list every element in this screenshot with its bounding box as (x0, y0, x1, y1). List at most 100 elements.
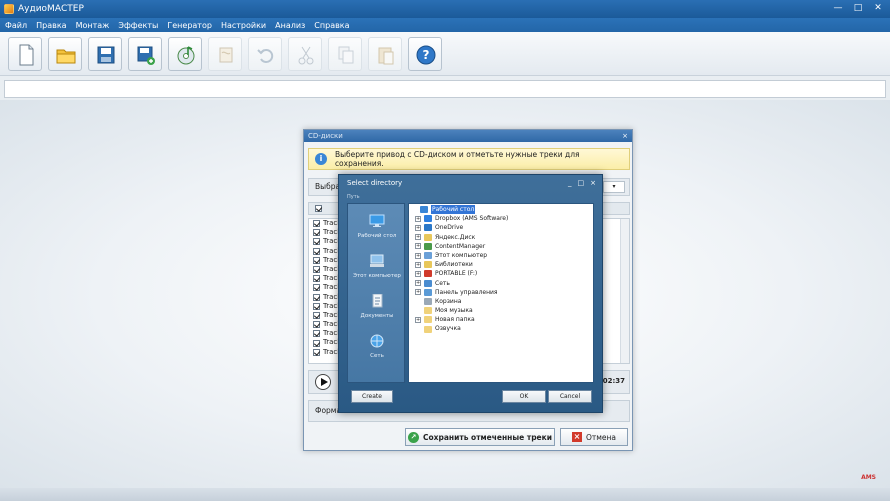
tree-item-label: Сеть (435, 279, 450, 287)
menu-generator[interactable]: Генератор (167, 21, 212, 30)
tree-item[interactable]: + Этот компьютер (409, 251, 593, 260)
tree-item-label: Библиотеки (435, 261, 473, 269)
paste-audio-button[interactable] (208, 36, 242, 71)
tree-item[interactable]: Корзина (409, 297, 593, 306)
track-checkbox[interactable] (313, 330, 320, 338)
tree-item[interactable]: + OneDrive (409, 223, 593, 232)
track-checkbox[interactable] (313, 293, 320, 301)
cancel-x-icon: × (571, 432, 582, 442)
select-all-checkbox[interactable] (315, 205, 322, 212)
folder-icon (424, 252, 432, 260)
folder-icon (424, 233, 432, 241)
tree-item[interactable]: Озвучка (409, 324, 593, 333)
place-desktop[interactable]: Рабочий стол (348, 214, 406, 239)
track-checkbox[interactable] (313, 321, 320, 329)
track-checkbox[interactable] (313, 348, 320, 356)
create-folder-button[interactable]: Create (351, 390, 393, 403)
folder-icon (424, 279, 432, 287)
folder-icon (424, 270, 432, 278)
save-tracks-button[interactable]: ↗ Сохранить отмеченные треки (405, 428, 555, 446)
menu-effects[interactable]: Эффекты (118, 21, 158, 30)
menu-edit[interactable]: Правка (36, 21, 66, 30)
track-checkbox[interactable] (313, 339, 320, 347)
expand-icon[interactable]: + (415, 289, 421, 296)
drive-select[interactable]: ▾ (603, 181, 625, 193)
close-icon[interactable]: ✕ (872, 2, 884, 14)
dir-close-icon[interactable]: × (590, 175, 596, 192)
folder-icon (424, 307, 432, 315)
cd-music-button[interactable] (168, 36, 202, 71)
tree-item[interactable]: + ContentManager (409, 242, 593, 251)
place-computer[interactable]: Этот компьютер (348, 254, 406, 279)
track-checkbox[interactable] (313, 247, 320, 255)
track-checkbox[interactable] (313, 275, 320, 283)
cd-info-text: Выберите привод с CD-диском и отметьте н… (334, 150, 580, 168)
place-network-label: Сеть (370, 353, 384, 359)
track-list-scrollbar[interactable] (620, 219, 629, 363)
tree-item[interactable]: + Новая папка (409, 315, 593, 324)
cut-button[interactable] (288, 36, 322, 71)
expand-icon[interactable]: + (415, 234, 421, 241)
tree-item[interactable]: + PORTABLE (F:) (409, 269, 593, 278)
menu-analysis[interactable]: Анализ (275, 21, 305, 30)
menu-montage[interactable]: Монтаж (76, 21, 110, 30)
maximize-icon[interactable]: □ (852, 2, 864, 14)
cd-cancel-button[interactable]: × Отмена (560, 428, 628, 446)
expand-icon[interactable]: + (415, 243, 421, 250)
new-file-icon (19, 44, 34, 65)
expand-icon[interactable]: + (415, 261, 421, 268)
expand-icon[interactable]: + (415, 252, 421, 259)
tree-item[interactable]: + Библиотеки (409, 260, 593, 269)
expand-icon[interactable]: + (415, 280, 421, 287)
expand-icon[interactable]: + (415, 270, 421, 277)
save-as-icon (137, 46, 155, 65)
tree-item-label: OneDrive (435, 224, 464, 232)
track-checkbox[interactable] (313, 311, 320, 319)
cd-dialog-close-icon[interactable]: × (622, 130, 628, 142)
new-file-button[interactable] (8, 36, 42, 71)
track-checkbox[interactable] (313, 229, 320, 237)
dir-cancel-button[interactable]: Cancel (548, 390, 592, 403)
info-icon: i (315, 153, 327, 165)
help-button[interactable]: ? (408, 36, 442, 71)
expand-icon[interactable]: + (415, 215, 421, 222)
expand-icon[interactable]: + (415, 224, 421, 231)
tree-item[interactable]: + Сеть (409, 279, 593, 288)
dir-ok-button[interactable]: OK (502, 390, 546, 403)
track-checkbox[interactable] (313, 256, 320, 264)
track-checkbox[interactable] (313, 266, 320, 274)
place-network[interactable]: Сеть (348, 334, 406, 359)
tree-item[interactable]: + Яндекс.Диск (409, 233, 593, 242)
track-checkbox[interactable] (313, 302, 320, 310)
select-directory-dialog: Select directory _ □ × Путь Рабочий стол… (338, 174, 603, 413)
dir-maximize-icon[interactable]: □ (578, 175, 585, 192)
tree-item[interactable]: Рабочий стол (409, 205, 593, 215)
minimize-icon[interactable]: — (832, 2, 844, 14)
play-button[interactable] (315, 374, 331, 390)
menu-help[interactable]: Справка (314, 21, 349, 30)
tree-item[interactable]: + Панель управления (409, 288, 593, 297)
tree-item[interactable]: Моя музыка (409, 306, 593, 315)
cd-music-icon (177, 45, 195, 64)
menu-settings[interactable]: Настройки (221, 21, 266, 30)
tree-item-label: Корзина (435, 297, 462, 305)
save-arrow-icon: ↗ (407, 431, 419, 443)
tree-item-label: Яндекс.Диск (435, 233, 476, 241)
track-checkbox[interactable] (313, 284, 320, 292)
undo-button[interactable] (248, 36, 282, 71)
dir-dialog-titlebar: Select directory _ □ × (339, 175, 602, 192)
folder-icon (424, 215, 432, 223)
paste-button[interactable] (368, 36, 402, 71)
save-button[interactable] (88, 36, 122, 71)
open-folder-button[interactable] (48, 36, 82, 71)
dir-minimize-icon[interactable]: _ (568, 175, 572, 192)
app-title: АудиоМАСТЕР (18, 4, 84, 14)
track-checkbox[interactable] (313, 238, 320, 246)
track-checkbox[interactable] (313, 220, 320, 228)
place-documents[interactable]: Документы (348, 293, 406, 319)
menu-file[interactable]: Файл (5, 21, 27, 30)
tree-item[interactable]: + Dropbox (AMS Software) (409, 214, 593, 223)
expand-icon[interactable]: + (415, 316, 421, 323)
copy-button[interactable] (328, 36, 362, 71)
save-as-button[interactable] (128, 36, 162, 71)
